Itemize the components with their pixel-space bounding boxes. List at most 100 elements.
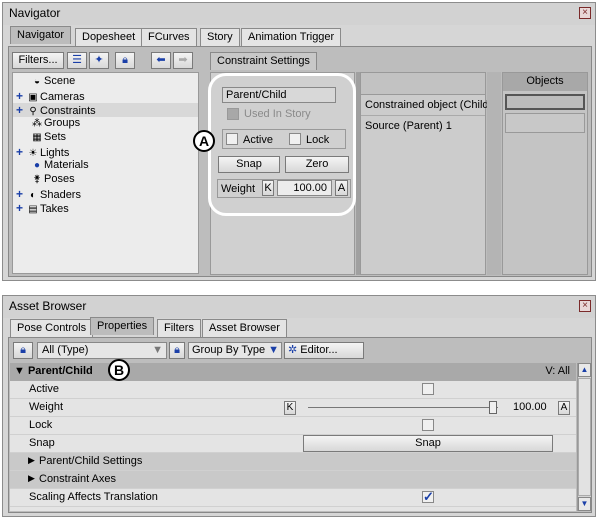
weight-anim-button[interactable]: A — [335, 180, 348, 196]
expand-icon[interactable]: + — [16, 103, 26, 117]
property-row-snap: Snap Snap — [10, 435, 576, 453]
lock-icon[interactable]: 🔒︎ — [13, 342, 33, 359]
group-by-select[interactable]: Group By Type ▼ — [188, 342, 282, 359]
section-title: Parent/Child — [27, 365, 93, 377]
editor-button[interactable]: ✲ Editor... — [284, 342, 364, 359]
active-label: Active — [29, 383, 59, 395]
zero-button[interactable]: Zero — [285, 156, 349, 173]
lock-checkbox[interactable] — [422, 419, 434, 431]
tab-story[interactable]: Story — [200, 28, 240, 46]
weight-value[interactable]: 100.00 — [513, 401, 547, 413]
section-header[interactable]: ▼ Parent/Child V: All — [10, 363, 576, 381]
object-slot-child[interactable] — [505, 94, 585, 110]
scaling-label: Scaling Affects Translation — [29, 491, 158, 503]
constraint-name-field[interactable]: Parent/Child — [222, 87, 336, 103]
snap-button[interactable]: Snap — [218, 156, 280, 173]
forward-arrow-icon[interactable]: ➡︎ — [173, 52, 193, 69]
source-parent-slot[interactable]: Source (Parent) 1 — [365, 120, 452, 132]
tree-item-poses[interactable]: ⚵ Poses — [30, 173, 74, 187]
scaling-checkbox[interactable]: ✓ — [422, 490, 434, 503]
scrollbar[interactable]: ▲ ▼ — [577, 363, 591, 511]
lock-checkbox[interactable] — [289, 133, 301, 145]
weight-slider-handle[interactable] — [489, 401, 497, 414]
navigator-title: Navigator — [9, 6, 61, 20]
constraint-icon: ⚲ — [29, 106, 37, 117]
chevron-down-icon: ▼ — [268, 344, 279, 356]
group-by-value: Group By Type — [192, 344, 266, 356]
tree-item-lights[interactable]: + ☀ Lights — [16, 145, 69, 159]
used-in-story-label: Used In Story — [244, 108, 311, 120]
objects-column: Objects — [502, 72, 588, 275]
scene-tree: ◒ Scene + ▣ Cameras + ⚲ Constraints ⁂ Groups ▦… — [12, 72, 199, 274]
expand-icon[interactable]: + — [16, 187, 26, 201]
subsection-parent-child-settings[interactable]: ▶ Parent/Child Settings — [10, 453, 576, 471]
active-checkbox[interactable] — [422, 383, 434, 395]
lock-label: Lock — [306, 134, 330, 146]
takes-icon: ▤ — [28, 204, 38, 215]
splitter[interactable] — [487, 72, 501, 275]
weight-label: Weight — [221, 183, 256, 195]
tree-item-cameras[interactable]: + ▣ Cameras — [16, 89, 85, 103]
asset-browser-titlebar: Asset Browser × — [3, 296, 595, 318]
snap-button[interactable]: Snap — [303, 435, 553, 452]
constraint-slots-list: Constrained object (Child) Source (Paren… — [360, 72, 492, 275]
type-filter-select[interactable]: All (Type) ▼ — [37, 342, 167, 359]
active-label: Active — [243, 134, 273, 146]
tab-dopesheet[interactable]: Dopesheet — [75, 28, 143, 46]
weight-anim-button[interactable]: A — [558, 401, 570, 415]
close-icon[interactable]: × — [579, 300, 591, 312]
wand-icon[interactable]: ✦ — [89, 52, 109, 69]
property-row-active: Active — [10, 381, 576, 399]
tree-item-shaders[interactable]: + ◐ Shaders — [16, 187, 81, 201]
section-filter: V: All — [545, 365, 570, 377]
sets-icon: ▦ — [32, 132, 42, 143]
weight-key-button[interactable]: K — [262, 180, 274, 196]
tab-fcurves[interactable]: FCurves — [141, 28, 197, 46]
scroll-down-arrow-icon[interactable]: ▼ — [578, 497, 591, 511]
constrained-object-slot[interactable]: Constrained object (Child) — [365, 99, 492, 111]
shaders-icon: ◐ — [29, 190, 37, 201]
weight-value-field[interactable]: 100.00 — [277, 180, 332, 196]
groups-icon: ⁂ — [32, 118, 42, 129]
weight-key-button[interactable]: K — [284, 401, 296, 415]
navigator-window: Navigator × Navigator Dopesheet FCurves … — [2, 2, 596, 281]
expand-icon[interactable]: + — [16, 89, 26, 103]
light-icon: ☀ — [28, 148, 38, 159]
objects-header: Objects — [503, 73, 587, 91]
poses-icon: ⚵ — [33, 174, 41, 185]
tab-animation-trigger[interactable]: Animation Trigger — [241, 28, 342, 46]
tab-navigator[interactable]: Navigator — [10, 26, 72, 44]
tab-properties[interactable]: Properties — [90, 317, 155, 335]
weight-label: Weight — [29, 401, 64, 413]
active-checkbox[interactable] — [226, 133, 238, 145]
tree-item-takes[interactable]: + ▤ Takes — [16, 201, 69, 215]
scroll-thumb[interactable] — [578, 378, 591, 496]
property-row-scaling: Scaling Affects Translation ✓ — [10, 489, 576, 507]
expand-icon[interactable]: + — [16, 145, 26, 159]
materials-icon: ● — [33, 160, 41, 171]
filters-button[interactable]: Filters... — [12, 52, 64, 69]
tree-item-scene[interactable]: ◒ Scene — [30, 75, 75, 89]
lock-icon[interactable]: 🔒︎ — [169, 342, 185, 359]
tab-constraint-settings[interactable]: Constraint Settings — [210, 52, 317, 70]
tree-item-groups[interactable]: ⁂ Groups — [30, 117, 80, 131]
lock-icon[interactable]: 🔒︎ — [115, 52, 135, 69]
close-icon[interactable]: × — [579, 7, 591, 19]
weight-slider-track[interactable] — [308, 407, 498, 408]
subsection-constraint-axes[interactable]: ▶ Constraint Axes — [10, 471, 576, 489]
lock-label: Lock — [29, 419, 53, 431]
tab-filters[interactable]: Filters — [157, 319, 201, 337]
tree-item-sets[interactable]: ▦ Sets — [30, 131, 66, 145]
back-arrow-icon[interactable]: ⬅︎ — [151, 52, 171, 69]
object-slot-parent[interactable] — [505, 113, 585, 133]
list-header — [361, 73, 485, 95]
tree-item-constraints[interactable]: + ⚲ Constraints — [13, 103, 198, 117]
navigator-titlebar: Navigator × — [3, 3, 595, 25]
asset-browser-content: 🔒︎ All (Type) ▼ 🔒︎ Group By Type ▼ ✲ Edi… — [8, 337, 592, 513]
tab-asset-browser[interactable]: Asset Browser — [202, 319, 287, 337]
expand-icon[interactable]: + — [16, 201, 26, 215]
list-view-icon[interactable]: ☰ — [67, 52, 87, 69]
scroll-up-arrow-icon[interactable]: ▲ — [578, 363, 591, 377]
tree-item-materials[interactable]: ● Materials — [30, 159, 89, 173]
tab-pose-controls[interactable]: Pose Controls — [10, 319, 94, 337]
